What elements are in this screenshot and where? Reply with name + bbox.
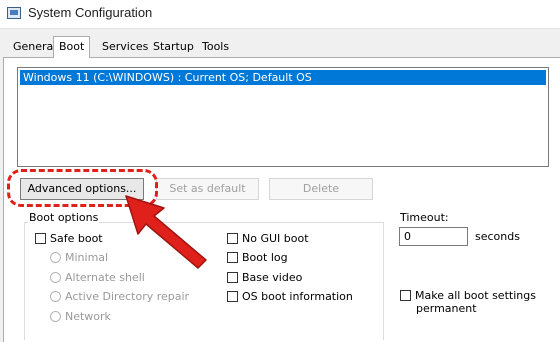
tab-boot[interactable]: Boot <box>53 36 91 58</box>
base-video-label: Base video <box>242 271 303 284</box>
make-permanent-label-line2: permanent <box>416 302 477 315</box>
checkbox-box[interactable] <box>227 233 238 244</box>
os-boot-information-label: OS boot information <box>242 290 353 303</box>
tab-services[interactable]: Services <box>97 38 153 56</box>
os-list-item[interactable]: Windows 11 (C:\WINDOWS) : Current OS; De… <box>20 70 546 85</box>
network-label: Network <box>65 310 111 323</box>
checkbox-box[interactable] <box>35 233 46 244</box>
network-radio[interactable]: Network <box>50 309 111 325</box>
os-boot-information-checkbox[interactable]: OS boot information <box>227 289 353 305</box>
checkbox-box[interactable] <box>400 290 411 301</box>
msconfig-icon <box>7 7 21 19</box>
active-directory-repair-label: Active Directory repair <box>65 290 190 303</box>
make-permanent-label: Make all boot settings <box>415 289 536 302</box>
checkbox-box[interactable] <box>227 291 238 302</box>
annotation-arrow-icon <box>125 195 207 269</box>
os-list[interactable]: Windows 11 (C:\WINDOWS) : Current OS; De… <box>17 67 549 167</box>
radio-circle[interactable] <box>50 272 61 283</box>
timeout-unit-label: seconds <box>475 230 520 243</box>
timeout-input[interactable]: 0 <box>399 227 468 246</box>
radio-circle[interactable] <box>50 252 61 263</box>
tab-tools[interactable]: Tools <box>197 38 234 56</box>
checkbox-box[interactable] <box>227 272 238 283</box>
safe-boot-checkbox[interactable]: Safe boot <box>35 231 103 247</box>
no-gui-boot-label: No GUI boot <box>242 232 309 245</box>
boot-log-checkbox[interactable]: Boot log <box>227 250 288 266</box>
minimal-radio[interactable]: Minimal <box>50 250 108 266</box>
radio-circle[interactable] <box>50 291 61 302</box>
active-directory-repair-radio[interactable]: Active Directory repair <box>50 289 189 305</box>
title-bar: System Configuration <box>0 0 560 29</box>
radio-circle[interactable] <box>50 311 61 322</box>
base-video-checkbox[interactable]: Base video <box>227 270 302 286</box>
delete-button[interactable]: Delete <box>269 178 373 200</box>
window-title: System Configuration <box>28 5 153 20</box>
tab-strip: General Boot Services Startup Tools <box>0 36 560 58</box>
timeout-label: Timeout: <box>400 211 449 224</box>
no-gui-boot-checkbox[interactable]: No GUI boot <box>227 231 309 247</box>
boot-options-label: Boot options <box>28 211 100 224</box>
checkbox-box[interactable] <box>227 252 238 263</box>
boot-log-label: Boot log <box>242 251 288 264</box>
safe-boot-label: Safe boot <box>50 232 103 245</box>
minimal-label: Minimal <box>65 251 109 264</box>
tab-startup[interactable]: Startup <box>148 38 199 56</box>
